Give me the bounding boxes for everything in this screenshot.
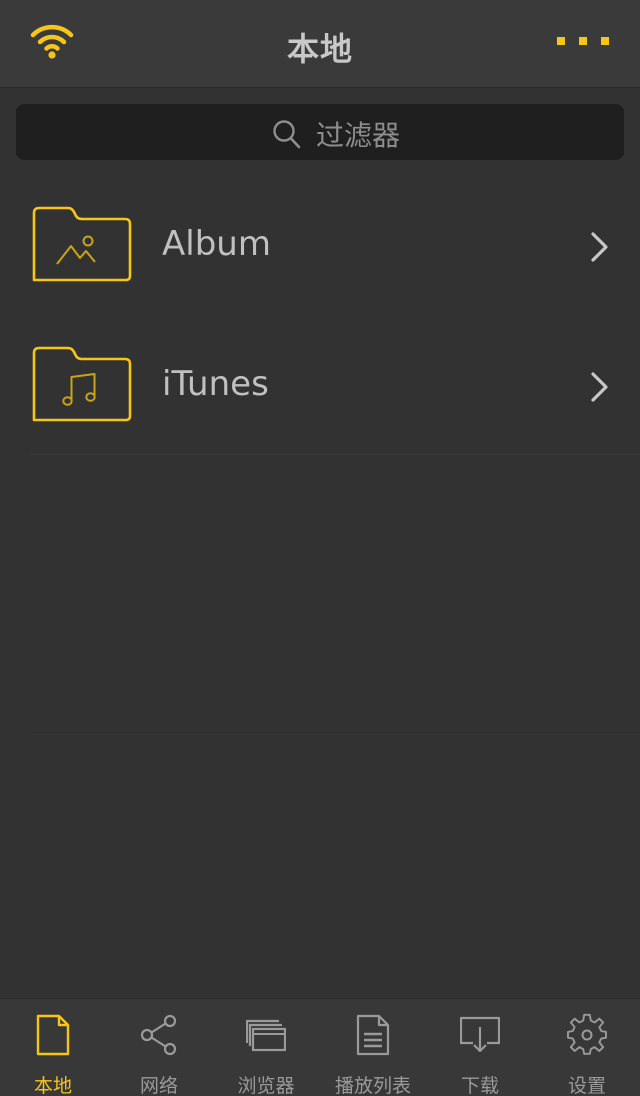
gear-icon bbox=[567, 1013, 607, 1055]
download-tray-icon bbox=[460, 1016, 500, 1053]
app: 本地 过滤器 Album iTunes 本地 网络 浏览器 播放列表 下载 设置 bbox=[0, 0, 640, 1096]
list-item-label: iTunes bbox=[162, 364, 269, 404]
search-placeholder: 过滤器 bbox=[316, 119, 401, 152]
tab-label: 下载 bbox=[460, 1075, 499, 1096]
playlist-document-icon bbox=[356, 1014, 390, 1056]
filter-search-field[interactable]: 过滤器 bbox=[16, 104, 624, 160]
nav-header: 本地 bbox=[0, 0, 640, 88]
tab-bar: 本地 网络 浏览器 播放列表 下载 设置 bbox=[0, 998, 640, 1096]
tab-settings[interactable]: 设置 bbox=[534, 999, 640, 1096]
list-divider bbox=[30, 734, 640, 735]
tab-label: 浏览器 bbox=[237, 1075, 295, 1096]
tab-network[interactable]: 网络 bbox=[106, 999, 212, 1096]
list-item-itunes[interactable]: iTunes bbox=[0, 316, 640, 456]
tab-local[interactable]: 本地 bbox=[0, 999, 106, 1096]
folder-image-icon bbox=[32, 206, 132, 282]
tab-browser[interactable]: 浏览器 bbox=[213, 999, 319, 1096]
tab-label: 设置 bbox=[567, 1075, 606, 1096]
more-icon[interactable] bbox=[554, 34, 612, 48]
chevron-right-icon bbox=[591, 372, 608, 402]
tab-label: 网络 bbox=[139, 1075, 178, 1096]
search-icon bbox=[273, 120, 301, 149]
tab-download[interactable]: 下载 bbox=[427, 999, 533, 1096]
list-item-label: Album bbox=[162, 224, 271, 264]
browser-windows-icon bbox=[246, 1019, 286, 1052]
folder-music-icon bbox=[32, 346, 132, 422]
tab-playlist[interactable]: 播放列表 bbox=[320, 999, 426, 1096]
tab-label: 本地 bbox=[33, 1075, 72, 1096]
page-title: 本地 bbox=[286, 30, 353, 68]
chevron-right-icon bbox=[591, 232, 608, 262]
tab-label: 播放列表 bbox=[334, 1075, 411, 1096]
list-item-album[interactable]: Album bbox=[0, 176, 640, 316]
list-divider bbox=[30, 454, 640, 455]
share-icon bbox=[140, 1014, 177, 1056]
document-icon bbox=[36, 1014, 70, 1056]
